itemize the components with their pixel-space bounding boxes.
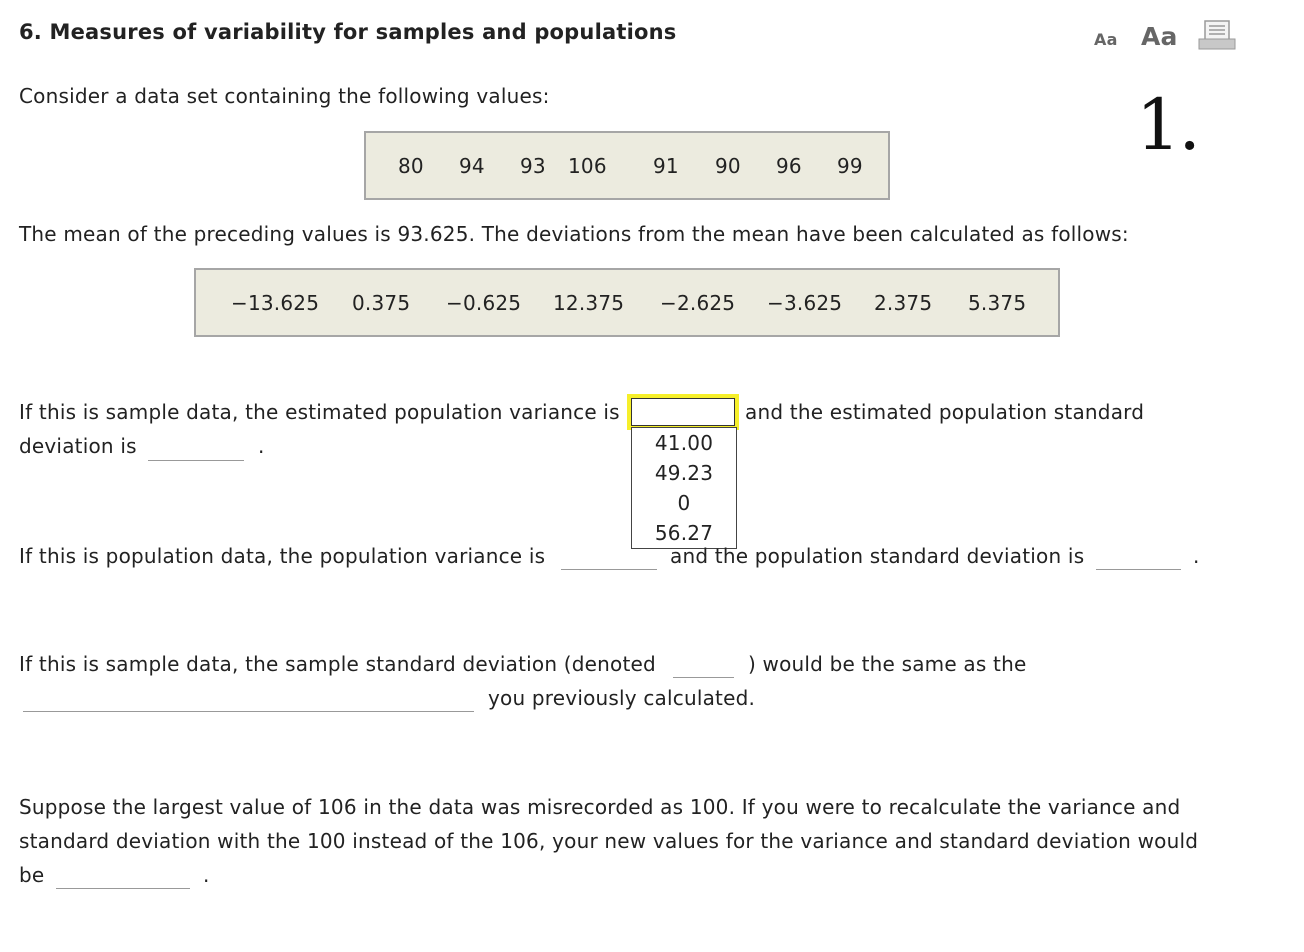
deviation-cell: −2.625 <box>660 290 736 315</box>
deviation-cell: 2.375 <box>874 290 933 315</box>
deviation-cell: 12.375 <box>553 290 625 315</box>
dropdown-option[interactable]: 0 <box>678 488 691 518</box>
dropdown-option[interactable]: 49.23 <box>655 458 713 488</box>
population-sd-dropdown[interactable] <box>1096 569 1181 570</box>
deviation-cell: 5.375 <box>968 290 1027 315</box>
value-cell: 91 <box>653 153 679 178</box>
sample-variance-dropdown[interactable] <box>631 398 735 426</box>
q2-period: . <box>1193 544 1200 568</box>
q2-text-before: If this is population data, the populati… <box>19 544 546 568</box>
population-variance-dropdown[interactable] <box>561 569 657 570</box>
value-cell: 90 <box>715 153 741 178</box>
value-cell: 94 <box>459 153 485 178</box>
value-cell: 80 <box>398 153 424 178</box>
intro-text: Consider a data set containing the follo… <box>19 84 550 108</box>
q1-text-after: and the estimated population standard <box>745 400 1145 424</box>
question-number: 1. <box>1136 84 1201 166</box>
q4-period: . <box>203 863 210 887</box>
mean-sentence: The mean of the preceding values is 93.6… <box>19 222 1129 246</box>
value-cell: 106 <box>568 153 607 178</box>
q4-text: Suppose the largest value of 106 in the … <box>19 795 1199 853</box>
q1-text-line2: deviation is <box>19 434 137 458</box>
q3-text-line2: you previously calculated. <box>488 686 756 710</box>
page-title: 6. Measures of variability for samples a… <box>19 20 677 44</box>
q1-text-before: If this is sample data, the estimated po… <box>19 400 620 424</box>
recalculated-values-dropdown[interactable] <box>56 888 190 889</box>
q3-text-after: ) would be the same as the <box>748 652 1027 676</box>
q3-text-before: If this is sample data, the sample stand… <box>19 652 656 676</box>
sample-sd-symbol-dropdown[interactable] <box>673 677 734 678</box>
deviation-cell: −0.625 <box>446 290 522 315</box>
deviation-cell: 0.375 <box>352 290 411 315</box>
value-cell: 93 <box>520 153 546 178</box>
q2-text-after: and the population standard deviation is <box>670 544 1085 568</box>
values-box: 80 94 93 106 91 90 96 99 <box>364 131 890 200</box>
previous-value-dropdown[interactable] <box>23 711 474 712</box>
deviations-box: −13.625 0.375 −0.625 12.375 −2.625 −3.62… <box>194 268 1060 337</box>
dropdown-option[interactable]: 41.00 <box>655 428 713 458</box>
q4-line-end: be <box>19 863 45 887</box>
decrease-font-button[interactable]: Aa <box>1094 30 1118 49</box>
print-icon[interactable] <box>1198 20 1236 50</box>
deviation-cell: −13.625 <box>231 290 320 315</box>
sample-variance-options: 41.00 49.23 0 56.27 <box>631 427 737 549</box>
value-cell: 99 <box>837 153 863 178</box>
deviation-cell: −3.625 <box>767 290 843 315</box>
sample-sd-dropdown[interactable] <box>148 460 244 461</box>
increase-font-button[interactable]: Aa <box>1141 22 1178 51</box>
q1-period: . <box>258 434 265 458</box>
value-cell: 96 <box>776 153 802 178</box>
